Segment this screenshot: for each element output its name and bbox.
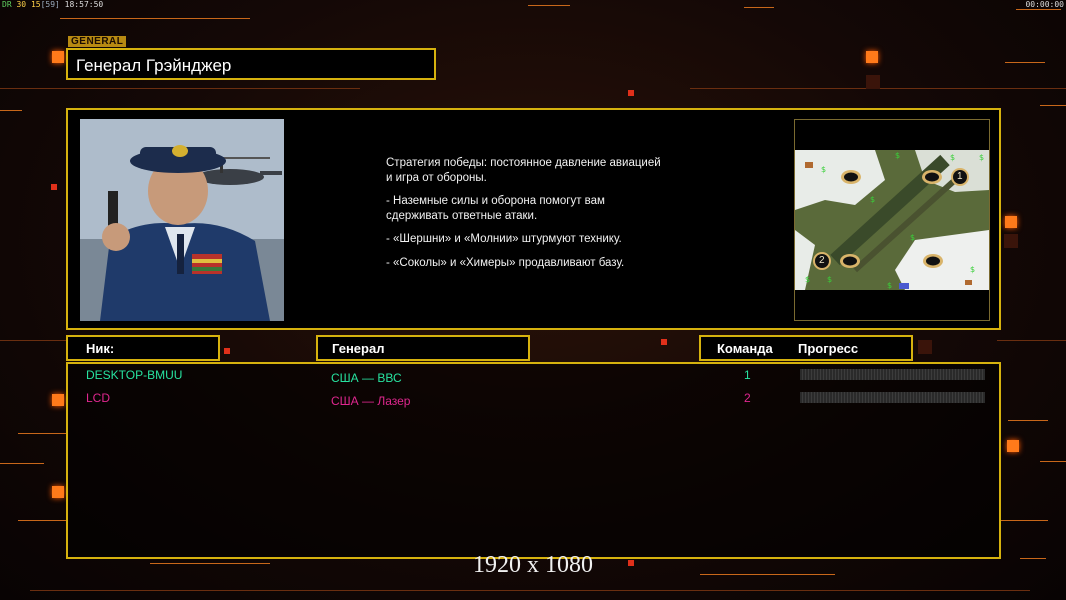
general-name: Генерал Грэйнджер — [76, 56, 232, 75]
start-position-1[interactable]: 1 — [957, 171, 963, 182]
player-nick: DESKTOP-BMUU — [86, 368, 183, 382]
svg-text:$: $ — [827, 275, 832, 284]
player-team: 2 — [744, 391, 751, 405]
strategy-line: - «Соколы» и «Химеры» продавливают базу. — [386, 256, 625, 269]
clock: 18:57:50 — [64, 0, 104, 9]
team-progress-header: Команда Прогресс — [699, 335, 913, 361]
general-portrait — [80, 119, 284, 321]
svg-text:$: $ — [970, 265, 975, 274]
game-timer: 00:00:00 — [1025, 0, 1064, 9]
nick-header: Ник: — [66, 335, 220, 361]
strategy-description: Стратегия победы: постоянное давление ав… — [386, 156, 726, 279]
player-team: 1 — [744, 368, 751, 382]
player-progress-bar — [800, 392, 985, 403]
players-panel: DESKTOP-BMUU США — ВВС 1 LCD США — Лазер… — [66, 362, 1001, 559]
general-info-panel: Стратегия победы: постоянное давление ав… — [66, 108, 1001, 330]
strategy-line: - «Шершни» и «Молнии» штурмуют технику. — [386, 233, 622, 245]
strategy-line: - Наземные силы и оборона помогут вам сд… — [386, 195, 605, 222]
player-general: США — ВВС — [331, 371, 402, 385]
player-progress-bar — [800, 369, 985, 380]
fps-counter: DR 30 15[59] 18:57:50 — [2, 0, 103, 9]
svg-text:$: $ — [895, 151, 900, 160]
resolution-label: 1920 x 1080 — [473, 552, 593, 578]
svg-text:$: $ — [805, 275, 810, 284]
nick-header-label: Ник: — [86, 341, 115, 356]
general-header-label: Генерал — [332, 341, 385, 356]
player-general: США — Лазер — [331, 394, 411, 408]
fps-prefix: DR — [2, 0, 12, 9]
svg-text:$: $ — [979, 153, 984, 162]
svg-text:$: $ — [910, 233, 915, 242]
strategy-line: Стратегия победы: постоянное давление ав… — [386, 157, 661, 184]
fps-value-b: 15 — [30, 0, 41, 9]
general-tag: GENERAL — [68, 36, 127, 47]
fps-value-c: [59] — [40, 0, 60, 9]
svg-text:$: $ — [887, 281, 892, 290]
team-header-label: Команда — [717, 341, 773, 356]
svg-text:$: $ — [870, 195, 875, 204]
player-nick: LCD — [86, 391, 111, 405]
general-header: Генерал — [316, 335, 530, 361]
map-preview[interactable]: $ $ $ $ $ $ $ $ $ $ 1 2 — [794, 119, 990, 321]
svg-text:$: $ — [821, 165, 826, 174]
general-title-box: Генерал Грэйнджер — [66, 48, 436, 80]
progress-header-label: Прогресс — [798, 341, 859, 356]
start-position-2[interactable]: 2 — [819, 255, 825, 266]
svg-text:$: $ — [950, 153, 955, 162]
fps-value-a: 30 — [16, 0, 27, 9]
